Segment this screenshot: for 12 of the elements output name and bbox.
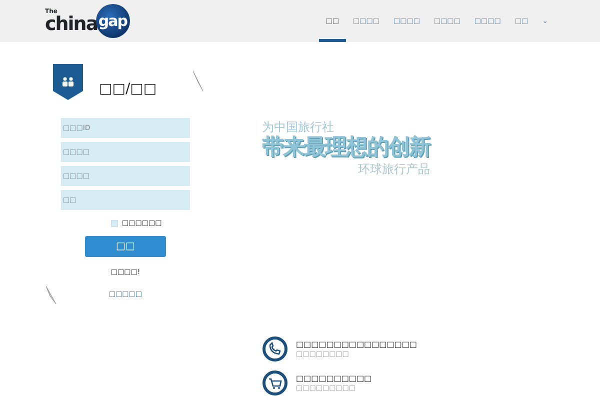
login-title: □□/□□ — [99, 80, 157, 99]
phone-icon — [262, 336, 288, 362]
logo-text: china — [45, 14, 98, 34]
cart-icon — [262, 370, 288, 396]
hero-headline: 带来最理想的创新 — [262, 136, 430, 160]
login-button[interactable]: □□ — [85, 236, 166, 256]
remember-checkbox[interactable] — [111, 220, 118, 227]
feature-title: □□□□□□□□□□□□□□□□ — [296, 340, 417, 350]
hero-tagline: 环球旅行产品 — [357, 161, 430, 178]
hero-subtitle: 为中国旅行社 — [262, 119, 335, 136]
feature-title: □□□□□□□□□□ — [296, 374, 372, 384]
users-badge-icon — [53, 64, 83, 100]
